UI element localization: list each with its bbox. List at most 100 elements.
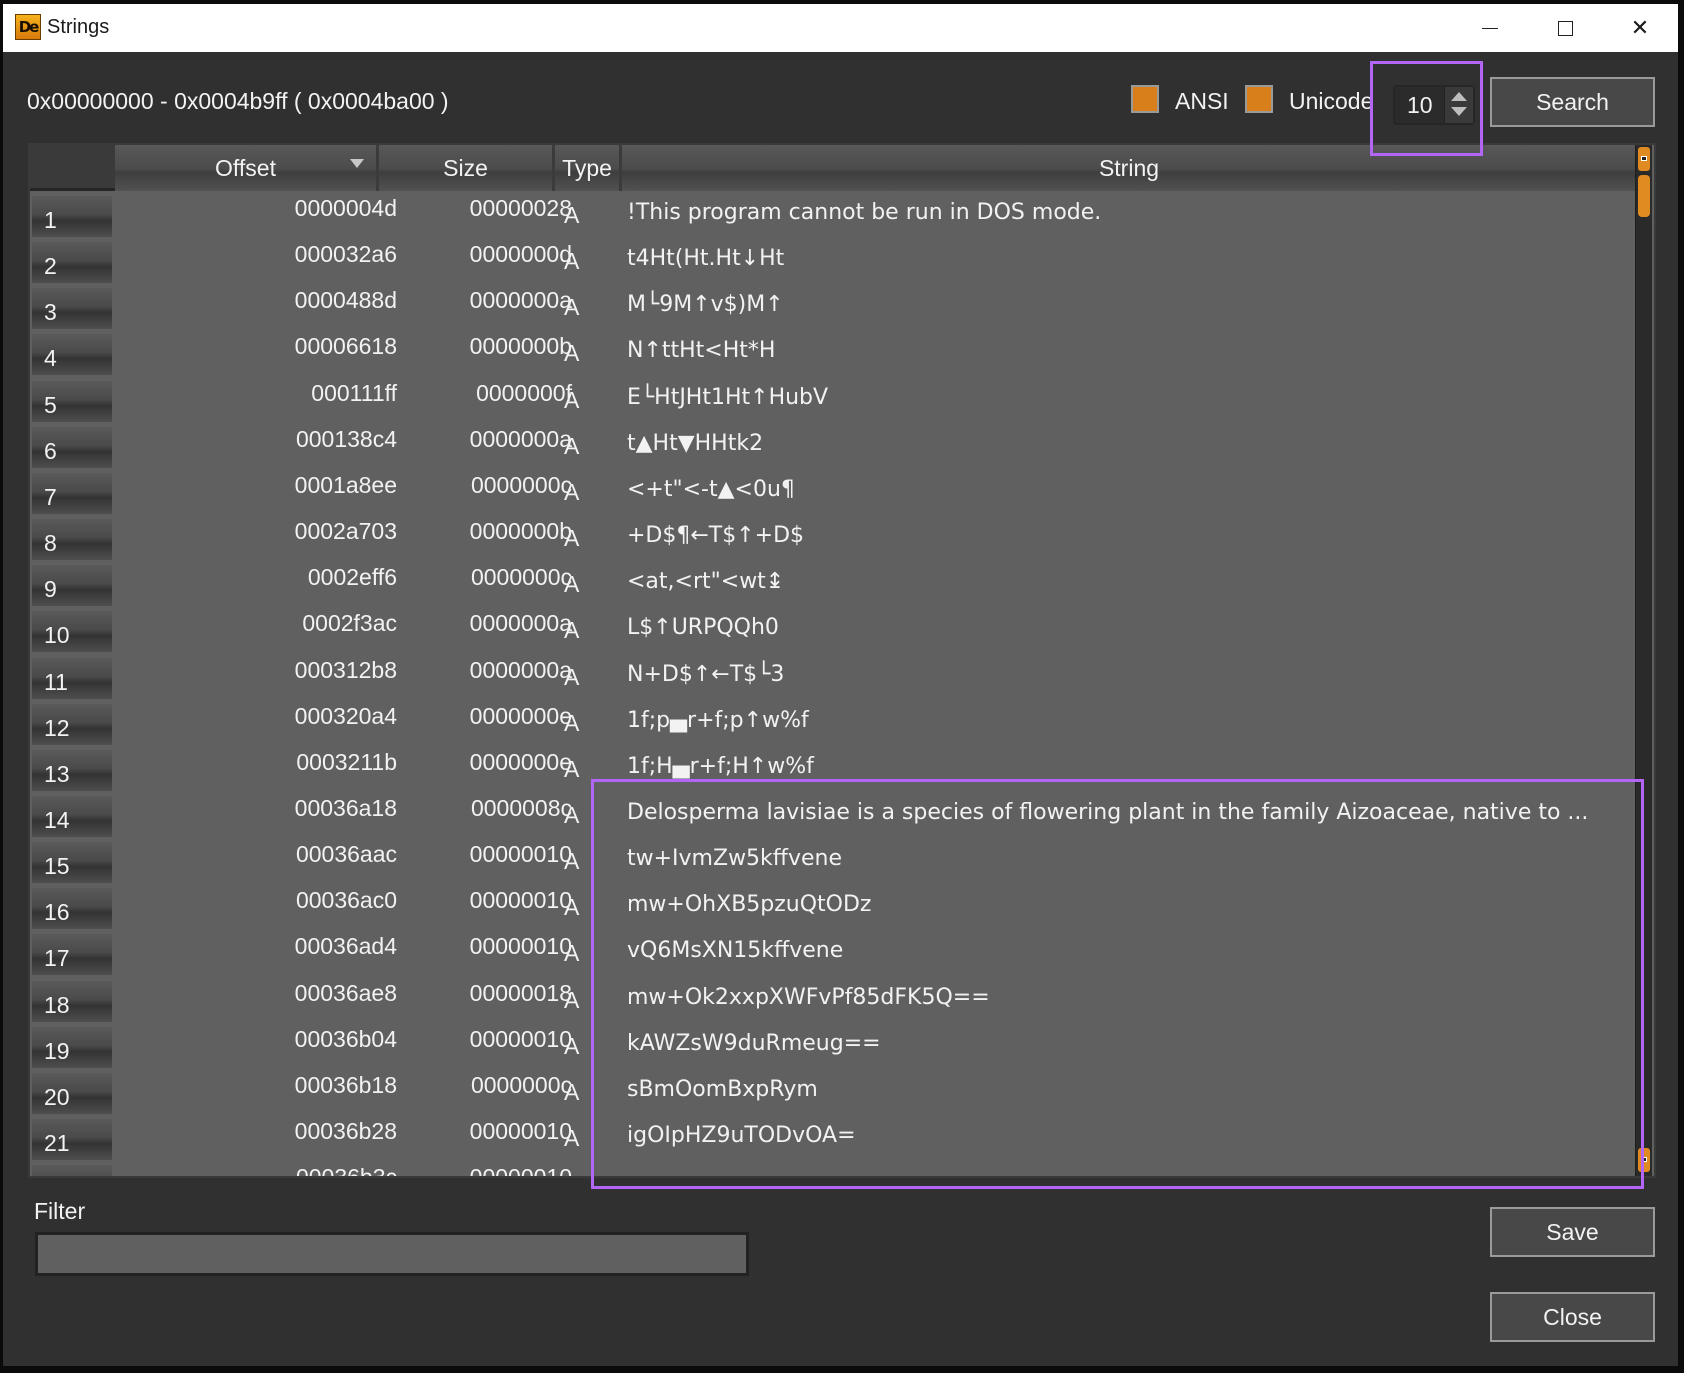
scroll-up-button[interactable] (1638, 147, 1650, 171)
size-cell: 0000000b (469, 333, 572, 360)
close-button[interactable]: Close (1490, 1292, 1655, 1342)
scrollbar-thumb[interactable] (1638, 175, 1650, 217)
min-length-spinbox[interactable]: 10 (1393, 85, 1475, 125)
save-button[interactable]: Save (1490, 1207, 1655, 1257)
type-cell: A (564, 986, 580, 1013)
size-cell: 0000000d (469, 241, 572, 268)
table-row[interactable]: 10 0002f3ac 0000000a A L$↑URPQQh0 (30, 608, 1636, 654)
row-number: 16 (32, 888, 112, 930)
vertical-scrollbar[interactable] (1635, 145, 1652, 1176)
column-header-offset[interactable]: Offset (115, 145, 379, 191)
string-cell: 1f;H▄r+f;H↑w%f (627, 753, 814, 779)
row-number: 2 (32, 242, 112, 284)
type-cell: A (564, 571, 580, 598)
string-cell: E└HtJHt1Ht↑HubV (627, 384, 829, 410)
table-row[interactable]: 13 0003211b 0000000e A 1f;H▄r+f;H↑w%f (30, 747, 1636, 793)
filter-input[interactable] (35, 1232, 749, 1276)
row-number: 18 (32, 980, 112, 1022)
type-cell: A (564, 478, 580, 505)
table-row[interactable]: 9 0002eff6 0000000c A <at,<rt"<wt↨ (30, 562, 1636, 608)
unicode-checkbox[interactable] (1245, 85, 1273, 113)
offset-cell: 0000004d (294, 195, 397, 221)
string-cell: N+D$↑←T$└3 (627, 661, 785, 687)
scroll-down-button[interactable] (1638, 1148, 1650, 1172)
table-row[interactable]: 17 00036ad4 00000010 AvQ6MsXN15kffvene (30, 931, 1636, 977)
app-logo-icon: De (15, 14, 41, 40)
string-cell: 1f;p▄r+f;p↑w%f (627, 707, 809, 733)
table-row[interactable]: 4 00006618 0000000b A N↑ttHt<Ht*H (30, 331, 1636, 377)
table-row[interactable]: 11 000312b8 0000000a A N+D$↑←T$└3 (30, 655, 1636, 701)
search-button[interactable]: Search (1490, 77, 1655, 127)
table-row[interactable]: 7 0001a8ee 0000000c A <+t"<-t▲<0u¶ (30, 470, 1636, 516)
sort-descending-icon (350, 159, 364, 168)
offset-cell: 00036a18 (294, 794, 397, 821)
offset-cell: 0000488d (294, 287, 397, 314)
size-cell: 0000000e (469, 702, 572, 729)
size-cell: 00000028 (469, 195, 572, 221)
column-header-string[interactable]: String (622, 145, 1636, 191)
strings-dialog: De Strings ✕ 0x00000000 - 0x0004b9ff ( 0… (3, 4, 1678, 1366)
string-cell: sBmOomBxpRym (627, 1076, 818, 1102)
size-cell: 0000000c (470, 471, 572, 498)
close-window-button[interactable]: ✕ (1605, 4, 1675, 52)
min-length-value[interactable]: 10 (1407, 92, 1433, 119)
maximize-button[interactable] (1530, 4, 1600, 52)
column-header-label: String (1098, 154, 1160, 181)
table-row[interactable]: 5 000111ff 0000000f A E└HtJHt1Ht↑HubV (30, 378, 1636, 424)
size-cell: 0000000a (469, 287, 572, 314)
scroll-down-icon (1641, 1157, 1647, 1162)
column-header-label: Type (562, 154, 612, 181)
table-row[interactable]: 15 00036aac 00000010 Atw+IvmZw5kffvene (30, 839, 1636, 885)
table-row[interactable]: 12 000320a4 0000000e A 1f;p▄r+f;p↑w%f (30, 701, 1636, 747)
offset-cell: 000032a6 (294, 241, 397, 268)
unicode-label: Unicode (1289, 88, 1374, 114)
table-row[interactable]: 2 000032a6 0000000d At4Ht(Ht.Ht↓Ht (30, 239, 1636, 285)
minimize-button[interactable] (1455, 4, 1525, 52)
table-row[interactable]: 19 00036b04 00000010 AkAWZsW9duRmeug== (30, 1024, 1636, 1070)
string-cell: t▲Ht▼HHtk2 (627, 430, 764, 456)
size-cell: 0000000f (476, 379, 572, 406)
close-icon: ✕ (1630, 15, 1650, 41)
table-row[interactable]: 21 00036b28 00000010 AigOIpHZ9uTODvOA= (30, 1116, 1636, 1162)
column-header-size[interactable]: Size (379, 145, 555, 191)
table-row[interactable]: 8 0002a703 0000000b A +D$¶←T$↑+D$ (30, 516, 1636, 562)
offset-cell: 00036ad4 (294, 933, 397, 960)
string-cell: <at,<rt"<wt↨ (627, 569, 785, 595)
string-cell: mw+Ok2xxpXWFvPf85dFK5Q== (627, 984, 990, 1010)
table-row[interactable]: 20 00036b18 0000000c AsBmOomBxpRym (30, 1070, 1636, 1116)
table-row[interactable]: 18 00036ae8 00000018 Amw+Ok2xxpXWFvPf85dFK5… (30, 978, 1636, 1024)
type-cell: A (564, 709, 580, 736)
row-number: 10 (32, 611, 112, 653)
offset-cell: 00036b3c (295, 1164, 397, 1178)
column-header-type[interactable]: Type (555, 145, 622, 191)
string-cell: vQ6MsXN15kffvene (627, 938, 844, 964)
row-number: 11 (32, 657, 112, 699)
table-row[interactable]: 14 00036a18 0000008c A Delosperma lavisiae i… (30, 793, 1636, 839)
row-number: 6 (32, 426, 112, 468)
table-corner (30, 145, 115, 191)
type-cell: A (564, 617, 580, 644)
offset-cell: 000312b8 (294, 656, 397, 683)
size-cell: 0000000c (470, 564, 572, 591)
spinbox-arrows[interactable] (1444, 87, 1473, 123)
size-cell: 00000010 (469, 933, 572, 960)
type-cell: A (564, 1032, 580, 1059)
table-row[interactable]: 3 0000488d 0000000a A M└9M↑v$)M↑ (30, 285, 1636, 331)
table-row[interactable]: 1 0000004d 00000028 A !This program cannot b… (30, 193, 1636, 239)
string-cell: mw+OhXB5pzuQtODz (627, 892, 872, 918)
type-cell: A (564, 940, 580, 967)
table-row[interactable]: 00036b3c 00000010 (30, 1162, 1636, 1178)
size-cell: 0000000a (469, 425, 572, 452)
table-row[interactable]: 16 00036ac0 00000010 Amw+OhXB5pzuQtODz (30, 885, 1636, 931)
row-number: 3 (32, 288, 112, 330)
column-header-label: Size (443, 154, 488, 181)
window-title: Strings (47, 16, 110, 38)
row-number: 8 (32, 519, 112, 561)
column-header-label: Offset (215, 154, 276, 181)
table-row[interactable]: 6 000138c4 0000000a At▲Ht▼HHtk2 (30, 424, 1636, 470)
spin-down-icon[interactable] (1451, 107, 1467, 116)
type-cell: A (564, 801, 580, 828)
ansi-checkbox[interactable] (1131, 85, 1159, 113)
type-cell: A (564, 663, 580, 690)
spin-up-icon[interactable] (1451, 92, 1467, 101)
